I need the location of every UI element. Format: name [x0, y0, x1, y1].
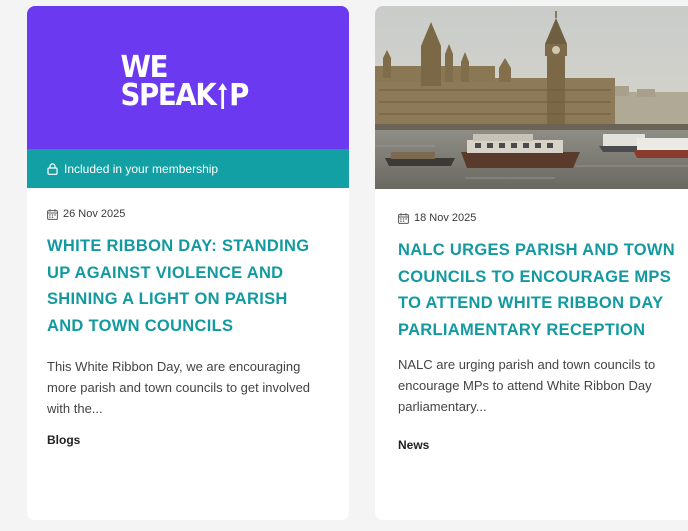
calendar-icon — [47, 208, 58, 220]
we-speak-up-hero: WE SPEAK P — [27, 6, 349, 149]
article-excerpt: This White Ribbon Day, we are encouragin… — [47, 359, 311, 416]
article-date-text: 26 Nov 2025 — [63, 208, 126, 220]
calendar-icon — [398, 212, 409, 224]
membership-banner: Included in your membership — [27, 149, 349, 188]
article-title[interactable]: WHITE RIBBON DAY: STANDING UP AGAINST VI… — [47, 233, 322, 339]
logo-line-2-left: SPEAK — [120, 78, 216, 114]
membership-label: Included in your membership — [64, 161, 219, 176]
article-date-text: 18 Nov 2025 — [414, 212, 477, 224]
category-tag[interactable]: News — [398, 438, 668, 452]
article-card-nalc-news[interactable]: 18 Nov 2025 NALC URGES PARISH AND TOWN C… — [375, 6, 688, 520]
lock-icon — [47, 162, 58, 175]
article-card-white-ribbon-blog[interactable]: WE SPEAK P Included in your membership 2… — [27, 6, 349, 520]
article-excerpt: NALC are urging parish and town councils… — [398, 357, 656, 414]
article-title[interactable]: NALC URGES PARISH AND TOWN COUNCILS TO E… — [398, 237, 688, 343]
houses-of-parliament-photo — [375, 6, 688, 189]
category-tag[interactable]: Blogs — [47, 433, 329, 447]
logo-line-2-right: P — [228, 78, 249, 114]
article-date: 26 Nov 2025 — [47, 208, 329, 220]
article-date: 18 Nov 2025 — [398, 212, 668, 224]
arrow-up-icon — [217, 82, 228, 109]
we-speak-up-logo: WE SPEAK P — [120, 53, 249, 114]
